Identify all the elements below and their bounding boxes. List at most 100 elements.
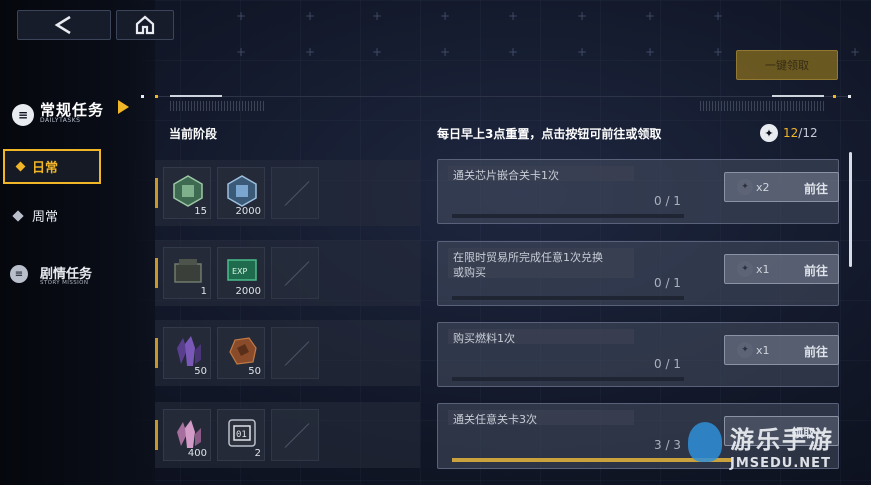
sidebar-item-subtitle: STORY MISSION bbox=[40, 280, 89, 286]
sidebar-item-daily[interactable]: 日常 bbox=[3, 149, 101, 184]
goto-label: 前往 bbox=[804, 182, 829, 196]
sidebar: ≡ 常规任务 DAILYTASKS 日常 周常 ≡ 剧情任务 STORY MIS… bbox=[0, 0, 174, 485]
goto-label: 前往 bbox=[804, 264, 829, 278]
corner-dot bbox=[848, 95, 851, 98]
task-card: 在限时贸易所完成任意1次兑换 或购买 0 / 1 ✦ x1 前往 bbox=[437, 241, 839, 306]
task-progress-bar bbox=[452, 377, 684, 381]
svg-text:01: 01 bbox=[236, 430, 247, 440]
sidebar-item-weekly[interactable]: 周常 bbox=[12, 206, 59, 225]
divider-decor-left bbox=[170, 95, 222, 97]
corner-dot bbox=[155, 95, 158, 98]
goto-button[interactable]: ✦ x2 前往 bbox=[724, 172, 839, 202]
ore-icon bbox=[229, 337, 257, 365]
reset-info-text: 每日早上3点重置，点击按钮可前往或领取 bbox=[437, 127, 662, 141]
back-button[interactable] bbox=[17, 10, 111, 40]
home-button[interactable] bbox=[116, 10, 174, 40]
diamond-icon bbox=[12, 209, 24, 222]
reward-multiplier: x1 bbox=[756, 344, 770, 357]
category-subtitle: DAILYTASKS bbox=[40, 117, 81, 124]
reward-slot[interactable]: 400 bbox=[163, 409, 211, 461]
task-progress-text: 3 / 3 bbox=[654, 438, 681, 452]
reward-qty: 2000 bbox=[235, 286, 261, 297]
ticket-01-icon: 01 bbox=[228, 419, 256, 447]
pink-crystal-icon bbox=[177, 420, 201, 448]
back-arrow-icon bbox=[54, 15, 71, 35]
reward-multiplier: x2 bbox=[756, 181, 770, 194]
blue-chip-icon bbox=[227, 175, 257, 207]
reward-row: 50 50 bbox=[155, 320, 420, 386]
header-divider bbox=[155, 96, 848, 97]
fuel-box-icon bbox=[174, 259, 202, 283]
reward-qty: 15 bbox=[194, 206, 207, 217]
hatch-decor-left bbox=[170, 101, 266, 111]
sidebar-item-story-mission[interactable]: ≡ 剧情任务 STORY MISSION bbox=[10, 262, 140, 292]
reward-slot[interactable]: 2000 bbox=[217, 167, 265, 219]
green-chip-icon bbox=[173, 175, 203, 207]
counter-total: /12 bbox=[798, 126, 818, 140]
purple-crystal-icon bbox=[177, 336, 201, 366]
exp-card-icon: EXP bbox=[227, 259, 257, 281]
scrollbar[interactable] bbox=[849, 152, 852, 267]
task-name: 通关芯片嵌合关卡1次 bbox=[453, 169, 559, 182]
claim-all-button[interactable]: 一键领取 bbox=[736, 50, 838, 80]
category-regular-tasks[interactable]: ≡ 常规任务 DAILYTASKS bbox=[8, 98, 148, 128]
task-progress-text: 0 / 1 bbox=[654, 357, 681, 371]
row-accent-bar bbox=[155, 178, 158, 208]
story-icon: ≡ bbox=[10, 265, 28, 283]
task-name: 在限时贸易所完成任意1次兑换 或购买 bbox=[453, 251, 603, 279]
row-accent-bar bbox=[155, 338, 158, 368]
reward-row: 400 01 2 bbox=[155, 402, 420, 468]
watermark-text: 游乐手游 bbox=[730, 426, 834, 454]
divider-decor-right bbox=[772, 95, 824, 97]
reward-qty: 50 bbox=[194, 366, 207, 377]
reward-qty: 1 bbox=[200, 286, 207, 297]
task-progress-bar bbox=[452, 214, 684, 218]
diamond-icon bbox=[15, 161, 26, 172]
star-badge-icon: ✦ bbox=[737, 342, 753, 358]
task-name: 通关任意关卡3次 bbox=[453, 413, 537, 426]
goto-label: 前往 bbox=[804, 345, 829, 359]
task-name: 购买燃料1次 bbox=[453, 332, 515, 345]
reward-row: 15 2000 bbox=[155, 160, 420, 226]
expand-arrow-icon bbox=[118, 100, 129, 114]
list-icon: ≡ bbox=[12, 104, 34, 126]
reward-qty: 2000 bbox=[235, 206, 261, 217]
goto-button[interactable]: ✦ x1 前往 bbox=[724, 335, 839, 365]
reward-qty: 2 bbox=[254, 448, 261, 459]
task-card: 购买燃料1次 0 / 1 ✦ x1 前往 bbox=[437, 322, 839, 387]
reward-multiplier: x1 bbox=[756, 263, 770, 276]
empty-reward-slot bbox=[271, 247, 319, 299]
task-progress-text: 0 / 1 bbox=[654, 276, 681, 290]
reward-slot[interactable]: 1 bbox=[163, 247, 211, 299]
empty-reward-slot bbox=[271, 167, 319, 219]
reward-row: 1 EXP 2000 bbox=[155, 240, 420, 306]
task-card: 通关芯片嵌合关卡1次 0 / 1 ✦ x2 前往 bbox=[437, 159, 839, 224]
task-progress-bar bbox=[452, 296, 684, 300]
star-badge-icon: ✦ bbox=[737, 261, 753, 277]
reward-slot[interactable]: 15 bbox=[163, 167, 211, 219]
counter-current: 12 bbox=[783, 126, 799, 140]
reward-qty: 50 bbox=[248, 366, 261, 377]
goto-button[interactable]: ✦ x1 前往 bbox=[724, 254, 839, 284]
watermark-logo-icon bbox=[688, 422, 722, 462]
sidebar-item-label: 日常 bbox=[32, 161, 59, 176]
reward-slot[interactable]: 50 bbox=[163, 327, 211, 379]
watermark: 游乐手游 JMSEDU.NET bbox=[688, 418, 860, 478]
corner-dot bbox=[141, 95, 144, 98]
reward-qty: 400 bbox=[187, 448, 207, 459]
reward-slot[interactable]: EXP 2000 bbox=[217, 247, 265, 299]
empty-reward-slot bbox=[271, 409, 319, 461]
svg-text:EXP: EXP bbox=[232, 267, 248, 276]
hatch-decor-right bbox=[700, 101, 825, 111]
empty-reward-slot bbox=[271, 327, 319, 379]
activity-counter: ✦ 12 /12 bbox=[760, 124, 818, 142]
sidebar-item-label: 周常 bbox=[32, 210, 59, 225]
reward-slot[interactable]: 50 bbox=[217, 327, 265, 379]
row-accent-bar bbox=[155, 420, 158, 450]
task-progress-text: 0 / 1 bbox=[654, 194, 681, 208]
star-badge-icon: ✦ bbox=[737, 179, 753, 195]
home-icon bbox=[135, 15, 155, 35]
watermark-url: JMSEDU.NET bbox=[730, 456, 831, 471]
reward-slot[interactable]: 01 2 bbox=[217, 409, 265, 461]
current-stage-title: 当前阶段 bbox=[169, 127, 218, 141]
